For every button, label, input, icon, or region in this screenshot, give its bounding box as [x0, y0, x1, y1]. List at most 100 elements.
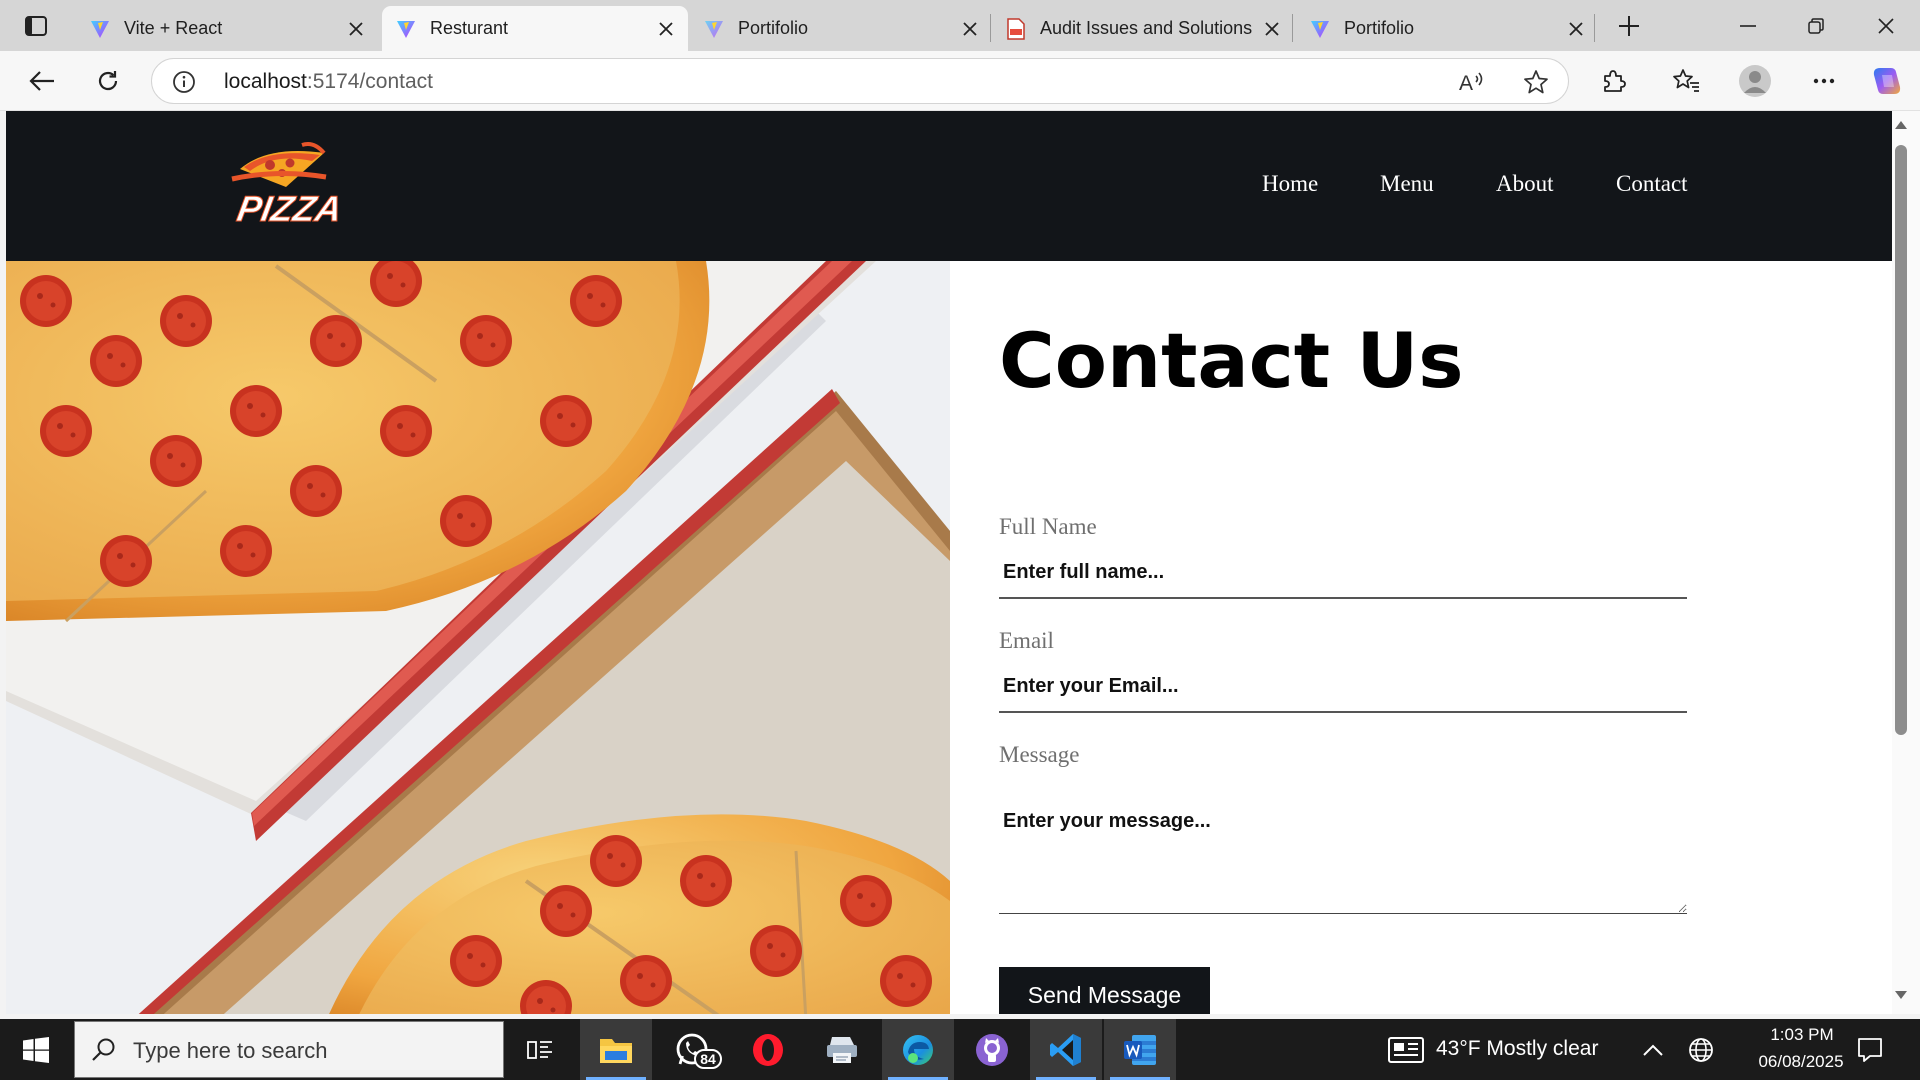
globe-icon — [1689, 1038, 1713, 1062]
vite-icon — [397, 20, 415, 38]
tab-audit-issues[interactable]: Audit Issues and Solutions — [992, 6, 1294, 51]
send-message-button[interactable]: Send Message — [999, 967, 1210, 1014]
tab-title: Portifolio — [1344, 18, 1415, 38]
vite-icon — [91, 20, 109, 38]
minimize-icon — [1740, 24, 1756, 27]
tab-close-button[interactable] — [1258, 15, 1286, 43]
search-icon — [92, 1038, 115, 1061]
scroll-down-arrow-icon[interactable] — [1894, 988, 1908, 1002]
refresh-button[interactable] — [88, 61, 128, 101]
back-button[interactable] — [22, 61, 62, 101]
new-tab-button[interactable] — [1594, 0, 1664, 51]
tab-separator — [990, 14, 991, 42]
message-textarea[interactable] — [999, 796, 1687, 914]
restore-button[interactable] — [1782, 0, 1850, 51]
tab-close-button[interactable] — [652, 15, 680, 43]
task-view-icon — [527, 1040, 552, 1059]
opera-icon — [753, 1033, 783, 1066]
weather-status[interactable]: 43°F Mostly clear — [1436, 1037, 1598, 1061]
edge-app[interactable] — [882, 1019, 954, 1080]
clock-date[interactable]: 06/08/2025 — [1736, 1052, 1866, 1072]
close-icon — [349, 21, 363, 36]
vite-icon — [1311, 20, 1329, 38]
url-path: :5174/contact — [306, 70, 433, 93]
search-placeholder: Type here to search — [133, 1038, 328, 1063]
site-navbar: PIZZA Home Menu About Contact — [6, 111, 1892, 261]
copilot-button[interactable] — [1867, 61, 1907, 101]
favorite-star-icon[interactable] — [1522, 68, 1550, 96]
tab-title: Audit Issues and Solutions — [1040, 18, 1253, 38]
logo-text: PIZZA — [234, 188, 338, 229]
avatar — [1739, 65, 1771, 97]
tab-close-button[interactable] — [956, 15, 984, 43]
scroll-up-arrow-icon[interactable] — [1894, 118, 1908, 132]
close-icon — [1265, 21, 1279, 36]
settings-more-button[interactable] — [1804, 61, 1844, 101]
svg-text:A: A — [1459, 72, 1473, 93]
github-icon — [976, 1033, 1008, 1066]
close-icon — [1878, 17, 1894, 34]
tab-strip: Vite + React Resturant Portifolio Audit … — [0, 0, 1920, 51]
full-name-input[interactable] — [999, 547, 1687, 599]
notifications-button[interactable] — [1855, 1035, 1885, 1065]
close-window-button[interactable] — [1852, 0, 1920, 51]
file-explorer-app[interactable] — [580, 1019, 652, 1080]
edge-icon — [903, 1034, 933, 1065]
close-icon — [1569, 21, 1583, 36]
address-bar[interactable]: localhost:5174/contact A — [151, 58, 1569, 104]
refresh-icon — [98, 71, 118, 91]
read-aloud-icon[interactable]: A — [1458, 68, 1486, 96]
github-app[interactable] — [956, 1019, 1028, 1080]
show-hidden-icons-button[interactable] — [1638, 1035, 1668, 1065]
browser-toolbar: localhost:5174/contact A — [0, 51, 1920, 111]
puzzle-icon — [1604, 70, 1626, 92]
chevron-up-icon — [1643, 1044, 1663, 1056]
printer-app[interactable] — [806, 1019, 878, 1080]
folder-icon — [600, 1038, 632, 1063]
printer-icon — [827, 1036, 857, 1063]
message-label: Message — [999, 742, 1080, 767]
tab-separator — [1292, 14, 1293, 42]
minimize-button[interactable] — [1714, 0, 1782, 51]
tab-close-button[interactable] — [342, 15, 370, 43]
restore-icon — [1808, 17, 1824, 34]
tab-close-button[interactable] — [1562, 15, 1590, 43]
email-input[interactable] — [999, 661, 1687, 713]
pizza-logo[interactable]: PIZZA — [228, 139, 346, 229]
copilot-icon — [1873, 68, 1901, 94]
pizza-hero-image — [6, 261, 950, 1014]
news-widget-icon[interactable] — [1386, 1035, 1426, 1065]
notification-badge: 84 — [694, 1049, 722, 1069]
favorites-button[interactable] — [1666, 61, 1706, 101]
profile-button[interactable] — [1735, 61, 1775, 101]
nav-about-link[interactable]: About — [1496, 171, 1554, 197]
clock-time[interactable]: 1:03 PM — [1752, 1025, 1852, 1045]
url-host: localhost — [224, 70, 307, 93]
close-icon — [659, 21, 673, 36]
nav-contact-link[interactable]: Contact — [1616, 171, 1688, 197]
site-info-icon[interactable] — [172, 70, 196, 99]
tab-portifolio-2[interactable]: Portifolio — [1296, 6, 1598, 51]
whatsapp-app[interactable]: 84 — [656, 1019, 728, 1080]
favorites-list-icon — [1673, 69, 1699, 92]
tab-portifolio-1[interactable]: Portifolio — [690, 6, 992, 51]
vscode-app[interactable] — [1030, 1019, 1102, 1080]
nav-menu-link[interactable]: Menu — [1380, 171, 1434, 197]
tab-actions-icon — [25, 16, 47, 36]
nav-home-link[interactable]: Home — [1262, 171, 1318, 197]
tab-actions-button[interactable] — [14, 10, 58, 42]
extensions-button[interactable] — [1593, 61, 1633, 101]
tab-title: Vite + React — [124, 18, 223, 38]
vite-icon — [705, 20, 723, 38]
word-app[interactable] — [1104, 1019, 1176, 1080]
taskbar-search-box[interactable]: Type here to search — [74, 1021, 504, 1078]
page-viewport: PIZZA Home Menu About Contact Contact Us… — [6, 111, 1892, 1014]
tab-vite-react[interactable]: Vite + React — [76, 6, 378, 51]
network-language-button[interactable] — [1686, 1035, 1716, 1065]
tab-resturant[interactable]: Resturant — [382, 6, 688, 51]
opera-app[interactable] — [732, 1019, 804, 1080]
task-view-button[interactable] — [504, 1019, 576, 1080]
url-text[interactable]: localhost:5174/contact — [224, 70, 433, 94]
scrollbar-thumb[interactable] — [1895, 145, 1907, 735]
start-button[interactable] — [0, 1019, 72, 1080]
